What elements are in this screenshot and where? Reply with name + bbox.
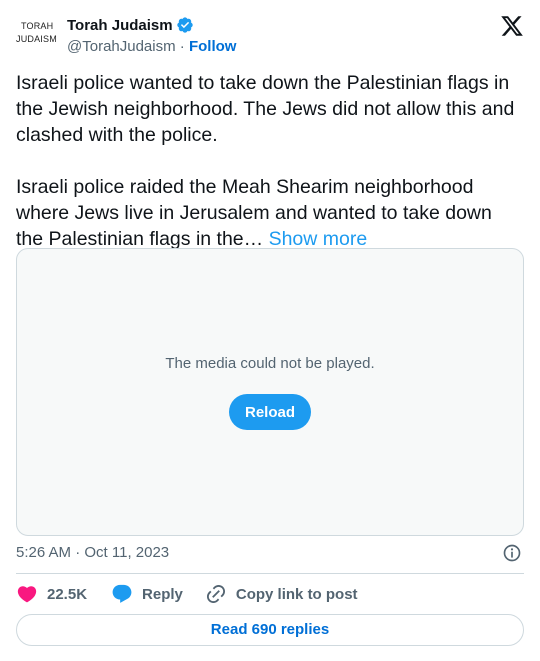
x-logo-icon[interactable] [500, 14, 524, 38]
reply-button[interactable]: Reply [111, 583, 183, 605]
verified-badge-icon [176, 17, 193, 33]
read-replies-button[interactable]: Read 690 replies [16, 614, 524, 646]
follow-link[interactable]: Follow [189, 38, 237, 55]
post-header: TORAH JUDAISM Torah Judaism @TorahJudais… [16, 14, 524, 58]
avatar[interactable]: TORAH JUDAISM [16, 20, 62, 54]
copy-link-button[interactable]: Copy link to post [205, 583, 358, 605]
post-text: Israeli police wanted to take down the P… [16, 70, 516, 252]
divider [16, 573, 524, 574]
link-icon [206, 584, 225, 604]
info-icon[interactable] [502, 543, 522, 563]
media-error-message: The media could not be played. [165, 355, 375, 372]
reload-button[interactable]: Reload [229, 394, 311, 430]
reply-bubble-icon [112, 584, 132, 603]
embedded-post-card: TORAH JUDAISM Torah Judaism @TorahJudais… [0, 0, 540, 661]
like-count: 22.5K [47, 585, 88, 603]
show-more-link[interactable]: Show more [269, 228, 368, 250]
media-player: The media could not be played. Reload [16, 248, 524, 536]
author-handle[interactable]: @TorahJudaism [67, 38, 176, 55]
author-names: Torah Judaism @TorahJudaism · Follow [67, 14, 236, 58]
post-timestamp[interactable]: 5:26 AM · Oct 11, 2023 [16, 544, 169, 561]
post-meta-row: 5:26 AM · Oct 11, 2023 [16, 543, 524, 563]
post-paragraph-2: Israeli police raided the Meah Shearim n… [16, 174, 516, 252]
post-paragraph-1: Israeli police wanted to take down the P… [16, 72, 515, 146]
copy-link-label: Copy link to post [235, 585, 358, 603]
avatar-line-2: JUDAISM [16, 34, 57, 44]
handle-row: @TorahJudaism · Follow [67, 36, 236, 58]
like-button[interactable]: 22.5K [16, 583, 87, 605]
post-paragraph-2-text: Israeli police raided the Meah Shearim n… [16, 176, 492, 250]
avatar-line-1: TORAH [21, 21, 54, 31]
heart-icon [17, 586, 37, 603]
display-name-row: Torah Judaism [67, 14, 236, 36]
handle-separator: · [179, 38, 185, 55]
action-bar: 22.5K Reply Copy link to post [16, 583, 524, 605]
display-name[interactable]: Torah Judaism [67, 17, 173, 34]
reply-label: Reply [142, 585, 183, 603]
